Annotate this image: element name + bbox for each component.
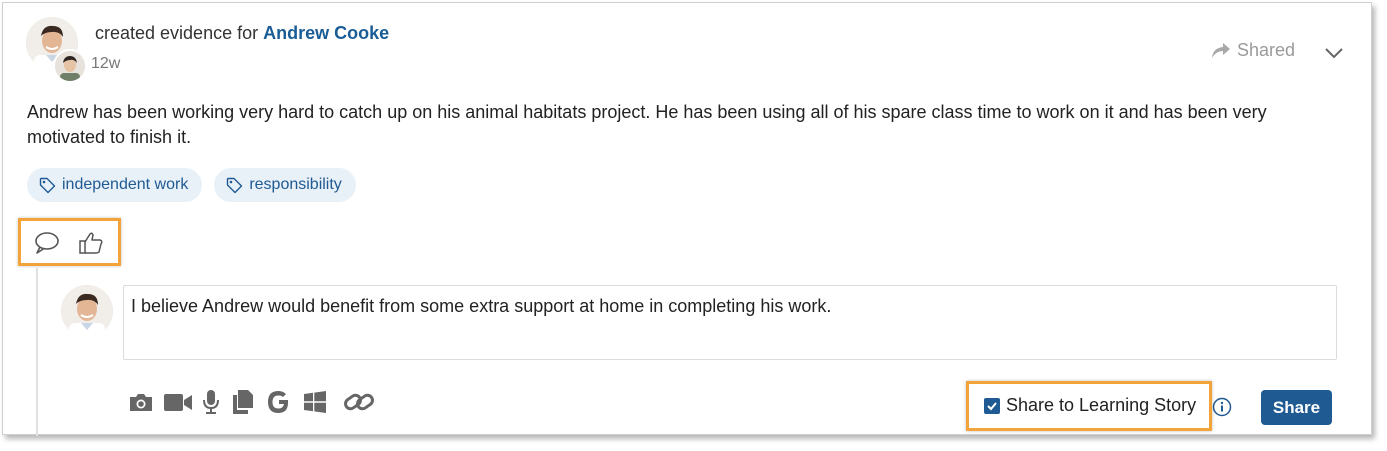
info-icon[interactable] <box>1212 397 1232 417</box>
link-button[interactable] <box>341 389 377 415</box>
files-button[interactable] <box>229 389 257 415</box>
comment-thread-line <box>36 268 38 436</box>
shared-status-label: Shared <box>1237 40 1296 60</box>
shared-status[interactable]: Shared <box>1211 40 1295 61</box>
link-icon <box>344 393 374 411</box>
tag-label: responsibility <box>249 176 342 193</box>
files-icon <box>233 390 253 414</box>
comment-input[interactable]: I believe Andrew would benefit from some… <box>123 285 1337 360</box>
post-action-text: created evidence for <box>95 23 259 43</box>
evidence-card: created evidence for Andrew Cooke 12w Sh… <box>2 2 1372 436</box>
google-icon <box>268 391 289 413</box>
attachment-toolbar <box>127 389 385 415</box>
microphone-icon <box>203 390 219 414</box>
reaction-highlight-box <box>18 218 121 266</box>
post-headline: created evidence for Andrew Cooke <box>95 23 389 44</box>
student-avatar[interactable] <box>53 49 87 83</box>
student-name-link[interactable]: Andrew Cooke <box>263 23 389 43</box>
google-drive-button[interactable] <box>265 389 293 415</box>
tag-label: independent work <box>62 176 189 193</box>
video-button[interactable] <box>163 391 193 413</box>
tag-independent-work[interactable]: independent work <box>27 168 203 202</box>
post-timestamp: 12w <box>91 55 121 72</box>
tag-responsibility[interactable]: responsibility <box>214 168 356 202</box>
chevron-down-icon[interactable] <box>1321 41 1347 65</box>
video-icon <box>164 394 192 411</box>
microphone-button[interactable] <box>201 389 221 415</box>
onedrive-button[interactable] <box>301 390 329 414</box>
windows-icon <box>304 391 326 413</box>
tag-icon <box>227 177 243 193</box>
camera-button[interactable] <box>127 391 155 413</box>
tag-icon <box>39 177 56 193</box>
comment-text: I believe Andrew would benefit from some… <box>131 296 832 316</box>
camera-icon <box>130 394 152 411</box>
tag-list: independent work responsibility <box>27 168 356 202</box>
share-arrow-icon <box>1212 42 1230 58</box>
share-button[interactable]: Share <box>1261 390 1332 425</box>
commenter-avatar <box>61 285 113 337</box>
share-story-highlight-box <box>966 381 1212 431</box>
post-body: Andrew has been working very hard to cat… <box>27 102 1267 147</box>
